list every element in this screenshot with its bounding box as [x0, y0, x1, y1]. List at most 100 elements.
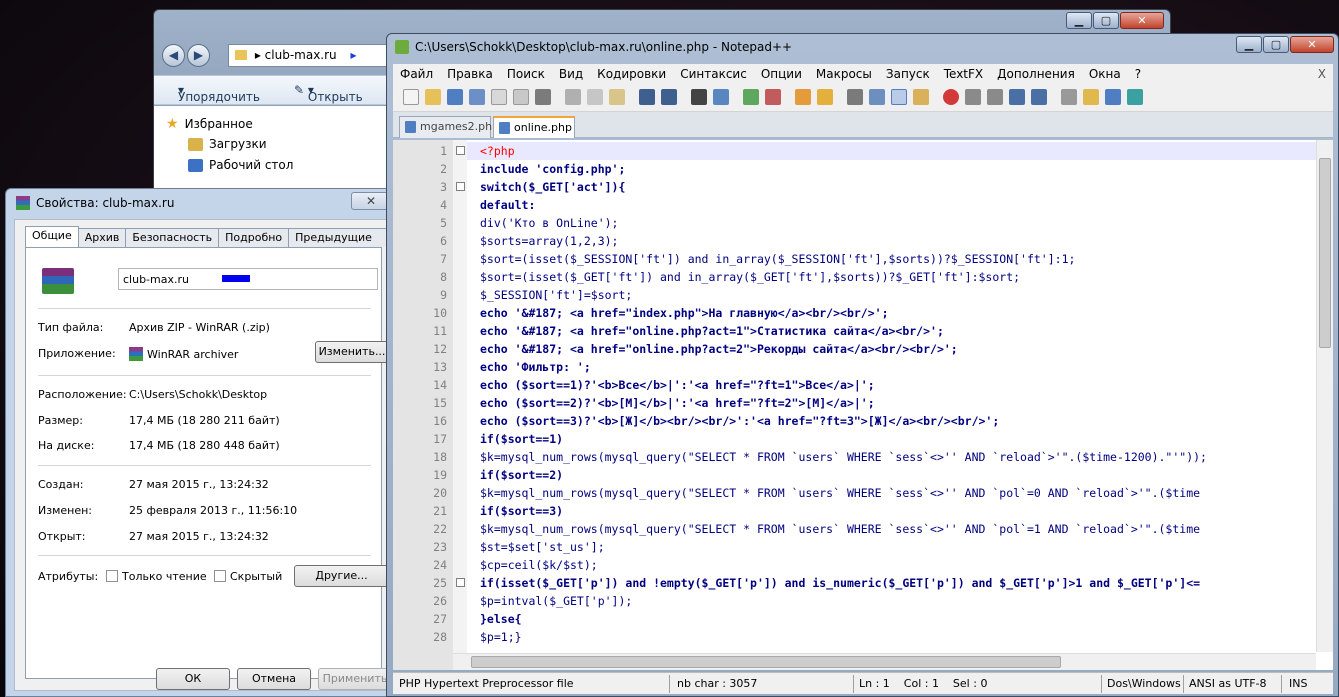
menu-bar: Файл Правка Поиск Вид Кодировки Синтакси… [393, 64, 1333, 84]
toolbar [393, 84, 1333, 112]
zoom-in-icon[interactable] [743, 89, 759, 105]
find-icon[interactable] [691, 89, 707, 105]
save-icon[interactable] [447, 89, 463, 105]
open-button[interactable]: ✎ Открыть ▾ [294, 83, 363, 104]
menu-syntax[interactable]: Синтаксис [673, 67, 754, 81]
show-symbols-icon[interactable] [869, 89, 885, 105]
vertical-scrollbar[interactable] [1316, 140, 1333, 652]
archive-icon [42, 268, 74, 294]
close-all-icon[interactable] [513, 89, 529, 105]
code-line: echo ($sort==3)?'<b>[Ж]</b><br/><br/>':'… [480, 414, 1000, 428]
maximize-icon[interactable]: ▢ [1263, 36, 1289, 53]
menu-encoding[interactable]: Кодировки [590, 67, 673, 81]
play-macro-icon[interactable] [987, 89, 1003, 105]
menu-macros[interactable]: Макросы [809, 67, 879, 81]
record-macro-icon[interactable] [943, 89, 959, 105]
paste-icon[interactable] [609, 89, 625, 105]
address-arrow-icon[interactable]: ▸ [350, 48, 356, 62]
menu-plugins[interactable]: Дополнения [990, 67, 1082, 81]
menu-options[interactable]: Опции [754, 67, 809, 81]
notepadpp-title-bar: C:\Users\Schokk\Desktop\club-max.ru\onli… [395, 40, 792, 54]
fold-toggle-icon[interactable] [456, 182, 465, 191]
readonly-checkbox[interactable]: Только чтение [106, 570, 207, 583]
file-name-field[interactable]: club-max.ru [118, 268, 378, 290]
checkbox-box[interactable] [214, 570, 226, 582]
menu-close-doc[interactable]: X [1311, 67, 1333, 81]
close-file-icon[interactable] [491, 89, 507, 105]
scrollbar-thumb[interactable] [1319, 158, 1331, 348]
winrar-icon [16, 196, 30, 210]
code-editor[interactable]: 1 2 3 4 5 6 7 8 9 10 11 12 13 14 15 16 17 18 19 20 21 22 23 24 2… [393, 140, 1333, 670]
menu-search[interactable]: Поиск [500, 67, 552, 81]
code-line: $_SESSION['ft']=$sort; [480, 288, 633, 302]
address-bar[interactable]: ▸ club-max.ru ▸ [228, 44, 388, 67]
open-file-icon[interactable] [425, 89, 441, 105]
modified-value: 25 февраля 2013 г., 11:56:10 [129, 504, 298, 517]
desktop-item[interactable]: Рабочий стол [188, 158, 293, 172]
menu-help[interactable]: ? [1128, 67, 1148, 81]
indent-guide-icon[interactable] [891, 89, 907, 105]
tab-security[interactable]: Безопасность [125, 228, 220, 247]
winrar-small-icon [129, 347, 143, 361]
menu-textfx[interactable]: TextFX [937, 67, 990, 81]
menu-file[interactable]: Файл [393, 67, 440, 81]
downloads-item[interactable]: Загрузки [188, 137, 267, 151]
menu-windows[interactable]: Окна [1082, 67, 1128, 81]
print-icon[interactable] [535, 89, 551, 105]
folder-plugin-icon[interactable] [1083, 89, 1099, 105]
minimize-icon[interactable]: ▁ [1236, 36, 1262, 53]
close-icon[interactable]: ✕ [1290, 36, 1334, 53]
stop-macro-icon[interactable] [965, 89, 981, 105]
replace-icon[interactable] [713, 89, 729, 105]
hidden-checkbox[interactable]: Скрытый [214, 570, 282, 583]
console-icon[interactable] [1105, 89, 1121, 105]
spellcheck-icon[interactable] [1127, 89, 1143, 105]
line-number: 3 [440, 180, 447, 194]
cut-icon[interactable] [565, 89, 581, 105]
minimize-icon[interactable]: ▁ [1066, 12, 1092, 29]
line-number: 25 [433, 576, 447, 590]
tab-online[interactable]: online.php [493, 116, 575, 138]
tab-details[interactable]: Подробно [218, 228, 290, 247]
save-macro-icon[interactable] [1031, 89, 1047, 105]
checkbox-box[interactable] [106, 570, 118, 582]
favorites-item[interactable]: ★ Избранное [166, 116, 253, 132]
save-all-icon[interactable] [469, 89, 485, 105]
horizontal-scrollbar[interactable] [453, 653, 1316, 670]
plugin-icon[interactable] [1061, 89, 1077, 105]
back-arrow-icon[interactable]: ◀ [162, 44, 185, 67]
menu-edit[interactable]: Правка [440, 67, 500, 81]
ok-button[interactable]: ОК [156, 668, 230, 690]
change-button[interactable]: Изменить... [315, 341, 389, 363]
word-wrap-icon[interactable] [847, 89, 863, 105]
properties-dialog: Свойства: club-max.ru ✕ Общие Архив Безо… [5, 188, 398, 697]
menu-run[interactable]: Запуск [879, 67, 937, 81]
undo-icon[interactable] [639, 89, 655, 105]
tab-previous-versions[interactable]: Предыдущие версии [288, 228, 391, 261]
doc-map-icon[interactable] [913, 89, 929, 105]
scrollbar-thumb[interactable] [471, 656, 1061, 668]
menu-view[interactable]: Вид [552, 67, 590, 81]
tab-archive[interactable]: Архив [77, 228, 127, 247]
fold-toggle-icon[interactable] [456, 578, 465, 587]
fold-toggle-icon[interactable] [456, 146, 465, 155]
sync-vertical-icon[interactable] [795, 89, 811, 105]
run-macro-multiple-icon[interactable] [1009, 89, 1025, 105]
maximize-icon[interactable]: ▢ [1093, 12, 1119, 29]
cancel-button[interactable]: Отмена [237, 668, 311, 690]
close-icon[interactable]: ✕ [1120, 12, 1164, 29]
organize-button[interactable]: Упорядочить ▾ [178, 83, 260, 104]
zoom-out-icon[interactable] [765, 89, 781, 105]
other-attributes-button[interactable]: Другие... [294, 565, 389, 587]
status-cursor-pos: Ln : 1 Col : 1 Sel : 0 [859, 677, 988, 690]
copy-icon[interactable] [587, 89, 603, 105]
apply-button[interactable]: Применить [318, 668, 392, 690]
close-button[interactable]: ✕ [351, 192, 391, 210]
new-file-icon[interactable] [403, 89, 419, 105]
redo-icon[interactable] [661, 89, 677, 105]
properties-title-bar: Свойства: club-max.ru [16, 196, 174, 210]
forward-arrow-icon[interactable]: ▶ [187, 44, 210, 67]
sync-horizontal-icon[interactable] [817, 89, 833, 105]
tab-mgames2[interactable]: mgames2.php [399, 116, 499, 138]
tab-general[interactable]: Общие [25, 226, 79, 247]
